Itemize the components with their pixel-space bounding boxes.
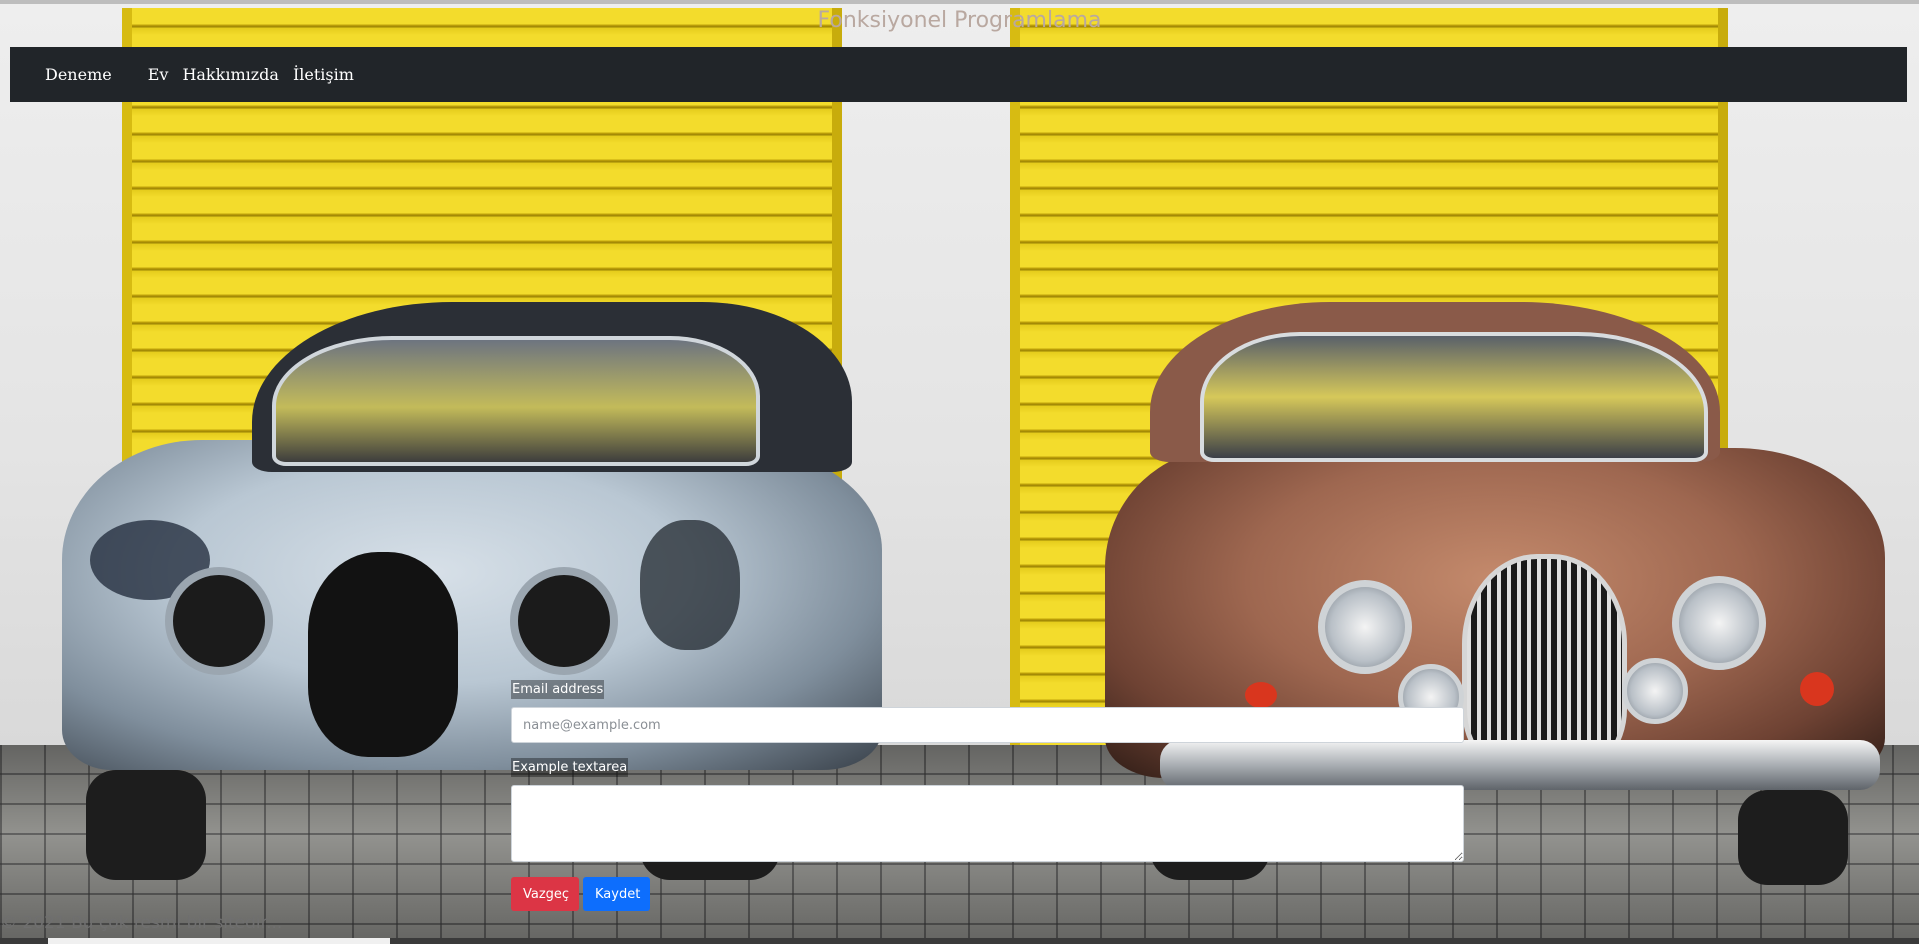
navbar: Deneme Ev Hakkımızda İletişim: [10, 47, 1907, 102]
email-label: Email address: [511, 680, 605, 699]
left-car-grille: [308, 552, 458, 757]
right-car-windshield: [1200, 332, 1708, 462]
nav-link-about[interactable]: Hakkımızda: [182, 65, 279, 84]
example-textarea[interactable]: [511, 785, 1464, 862]
save-button[interactable]: Kaydet: [583, 877, 650, 911]
left-car-headlight: [510, 567, 618, 675]
left-car-rust-patch: [640, 520, 740, 650]
nav-link-home[interactable]: Ev: [148, 65, 169, 84]
page: Fonksiyonel Programlama Deneme Ev Hakkım…: [0, 0, 1919, 944]
right-car-indicator: [1245, 682, 1277, 708]
nav-link-contact[interactable]: İletişim: [293, 65, 354, 84]
left-car-headlight: [165, 567, 273, 675]
textarea-label: Example textarea: [511, 758, 629, 777]
email-input[interactable]: [511, 707, 1464, 743]
right-car-fog-light: [1622, 658, 1688, 724]
left-car-wheel: [86, 770, 206, 880]
right-car-indicator: [1800, 672, 1834, 706]
right-car-bumper: [1160, 740, 1880, 790]
scrollbar-thumb[interactable]: [48, 938, 390, 944]
right-car-wheel: [1738, 790, 1848, 885]
right-car-headlight: [1318, 580, 1412, 674]
left-car-windshield: [272, 336, 760, 466]
page-title: Fonksiyonel Programlama: [817, 8, 1102, 33]
right-car-headlight: [1672, 576, 1766, 670]
cancel-button[interactable]: Vazgeç: [511, 877, 579, 911]
footer-text: © 2021 Bu çok resmi bir sitedir...: [0, 913, 283, 933]
navbar-brand[interactable]: Deneme: [45, 65, 112, 84]
